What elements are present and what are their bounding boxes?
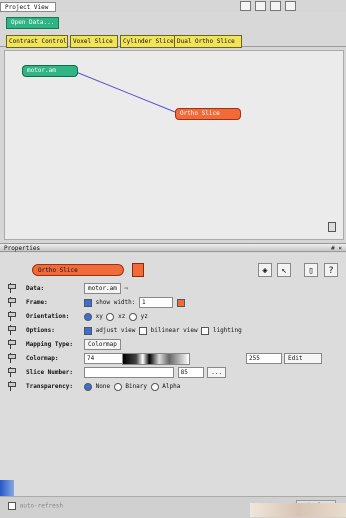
slice-value[interactable]: 85 — [177, 367, 204, 378]
close-icon[interactable]: # × — [331, 244, 342, 253]
transparency-row: Transparency: None Binary Alpha — [0, 381, 346, 393]
lighting-checkbox[interactable] — [201, 326, 210, 335]
auto-refresh-checkbox[interactable] — [8, 502, 16, 510]
pin-icon[interactable] — [8, 297, 17, 307]
frame-row: Frame: show width: 1 — [0, 297, 346, 309]
window-icon[interactable] — [285, 1, 296, 11]
module-color-swatch[interactable] — [132, 263, 144, 277]
properties-title: Properties — [4, 245, 41, 252]
select-icon[interactable] — [255, 1, 266, 11]
voxel-slice-button[interactable]: Voxel Slice — [70, 35, 118, 48]
slice-label: Slice Number: — [26, 369, 73, 376]
options-row: Options: adjust view bilinear view light… — [0, 325, 346, 337]
xz-radio[interactable] — [106, 312, 115, 321]
colormap-max[interactable]: 255 — [246, 353, 282, 364]
node-label: motor.am — [27, 67, 56, 74]
pin-icon[interactable] — [8, 367, 17, 377]
mapping-select[interactable]: Colormap — [84, 339, 121, 350]
colormap-min[interactable]: 74 — [84, 353, 124, 364]
colormap-edit[interactable]: Edit — [284, 353, 322, 364]
project-view-bar: Open Data... Contrast Control Voxel Slic… — [0, 12, 346, 48]
frame-label: Frame: — [26, 299, 48, 306]
binary-radio[interactable] — [113, 382, 122, 391]
none-radio[interactable] — [84, 382, 92, 391]
transparency-label: Transparency: — [26, 383, 73, 390]
pin-icon[interactable] — [8, 325, 17, 335]
show-label: show — [95, 299, 111, 306]
orientation-label: Orientation: — [26, 313, 70, 320]
width-label: width: — [113, 299, 136, 306]
cursor-icon[interactable]: ↖ — [277, 263, 291, 277]
open-data-button[interactable]: Open Data... — [6, 17, 60, 29]
pin-icon[interactable] — [8, 311, 17, 321]
pin-icon[interactable] — [8, 381, 17, 391]
data-node[interactable]: motor.am — [22, 65, 78, 77]
cube-icon[interactable]: ◈ — [258, 263, 272, 277]
project-view-title: Project View — [0, 2, 56, 12]
adjust-view-label: adjust view — [95, 327, 136, 334]
frame-color[interactable] — [176, 298, 185, 307]
yz-label: yz — [140, 313, 148, 320]
slice-slider[interactable] — [84, 367, 174, 378]
layout-icon[interactable] — [270, 1, 281, 11]
trash-icon[interactable] — [328, 222, 336, 232]
ortho-slice-node[interactable]: Ortho Slice — [175, 108, 241, 120]
cursor-icon[interactable] — [240, 1, 251, 11]
orientation-row: Orientation: xy xz yz — [0, 311, 346, 323]
colormap-label: Colormap: — [26, 355, 59, 362]
photo-overlay — [250, 503, 346, 517]
help-icon[interactable]: ? — [324, 263, 338, 277]
lighting-label: lighting — [212, 327, 242, 334]
properties-header: Properties # × — [0, 243, 346, 252]
slice-row: Slice Number: 85 ... — [0, 367, 346, 379]
bilinear-label: bilinear view — [150, 327, 198, 334]
colormap-bar[interactable] — [122, 353, 190, 365]
show-checkbox[interactable] — [84, 298, 92, 307]
data-select[interactable]: motor.am — [84, 283, 121, 294]
xz-label: xz — [118, 313, 126, 320]
pin-icon[interactable] — [8, 283, 17, 293]
contrast-control-button[interactable]: Contrast Control — [6, 35, 68, 48]
yz-radio[interactable] — [128, 312, 137, 321]
auto-refresh-label: auto-refresh — [19, 502, 63, 510]
xy-label: xy — [95, 313, 103, 320]
data-row: Data: motor.am ⇨ — [0, 283, 346, 295]
width-field[interactable]: 1 — [139, 297, 174, 308]
xy-radio[interactable] — [84, 312, 92, 321]
properties-panel: Ortho Slice ◈ ↖ ▯ ? Data: motor.am ⇨ Fra… — [0, 253, 346, 517]
alpha-label: Alpha — [162, 383, 181, 390]
module-name-field[interactable]: Ortho Slice — [32, 264, 124, 276]
arrow-icon[interactable]: ⇨ — [125, 285, 129, 292]
connection-line — [70, 69, 176, 113]
project-toolbar — [240, 1, 296, 12]
alpha-radio[interactable] — [150, 382, 159, 391]
mapping-label: Mapping Type: — [26, 341, 73, 348]
binary-label: Binary — [125, 383, 148, 390]
slice-more[interactable]: ... — [207, 367, 227, 378]
colormap-row: Colormap: 74 255 Edit — [0, 353, 346, 365]
pin-icon[interactable] — [8, 353, 17, 363]
options-label: Options: — [26, 327, 55, 334]
project-canvas[interactable]: motor.am Ortho Slice — [4, 50, 344, 240]
data-label: Data: — [26, 285, 45, 292]
pin-icon[interactable] — [8, 339, 17, 349]
frame-icon[interactable]: ▯ — [304, 263, 318, 277]
node-label: Ortho Slice — [180, 110, 220, 117]
adjust-view-checkbox[interactable] — [84, 326, 92, 335]
mapping-row: Mapping Type: Colormap — [0, 339, 346, 351]
cylinder-slice-button[interactable]: Cylinder Slice — [120, 35, 176, 48]
dual-ortho-slice-button[interactable]: Dual Ortho Slice — [174, 35, 242, 48]
bilinear-checkbox[interactable] — [139, 326, 147, 335]
none-label: None — [95, 383, 111, 390]
